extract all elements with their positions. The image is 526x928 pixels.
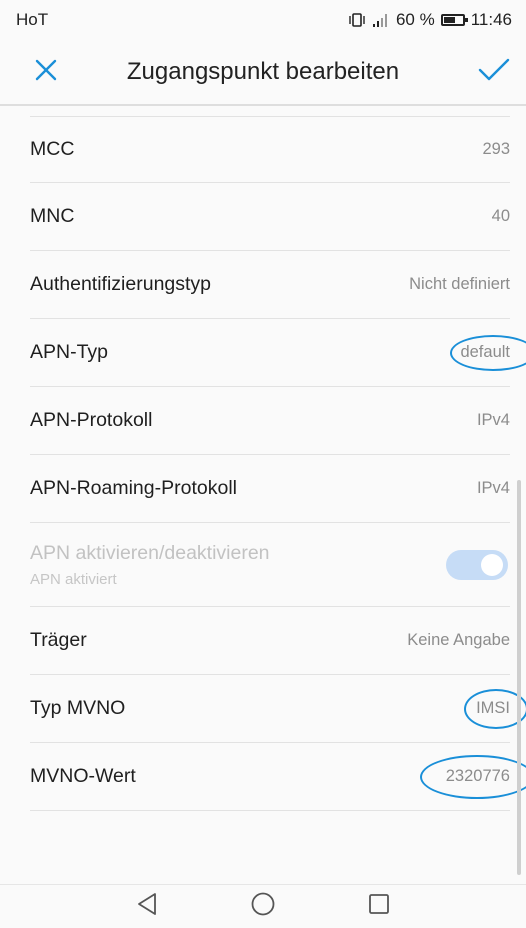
back-triangle-icon xyxy=(136,892,158,921)
page-title: Zugangspunkt bearbeiten xyxy=(126,58,400,85)
row-label: APN-Protokoll xyxy=(30,409,153,431)
row-value: Nicht definiert xyxy=(409,275,510,293)
row-value: IPv4 xyxy=(476,479,510,497)
close-icon xyxy=(34,58,58,87)
home-button[interactable] xyxy=(248,892,278,922)
row-value: 2320776 xyxy=(445,767,510,785)
row-label: Typ MVNO xyxy=(30,697,126,719)
vibrate-icon xyxy=(348,12,366,28)
recents-square-icon xyxy=(367,892,391,921)
navigation-bar xyxy=(0,884,526,928)
row-value-wrap: IMSI xyxy=(464,689,526,729)
row-label: Träger xyxy=(30,629,87,651)
apn-enable-toggle[interactable] xyxy=(446,549,508,580)
row-value: 293 xyxy=(482,140,510,158)
status-icons: 60 % 11:46 xyxy=(348,10,512,30)
check-icon xyxy=(478,58,510,87)
row-value: Keine Angabe xyxy=(407,631,510,649)
confirm-button[interactable] xyxy=(436,39,526,105)
row-value: default xyxy=(460,343,510,361)
row-label: MNC xyxy=(30,205,75,227)
row-label: Authentifizierungstyp xyxy=(30,273,212,295)
battery-level xyxy=(443,17,455,23)
back-button[interactable] xyxy=(132,892,162,922)
settings-list: MCC 293 MNC 40 Authentifizierungstyp Nic… xyxy=(0,106,526,884)
row-label: APN aktivieren/deaktivieren xyxy=(30,541,270,564)
row-apn-type[interactable]: APN-Typ default xyxy=(30,319,526,387)
row-subtitle: APN aktiviert xyxy=(30,570,117,588)
clock: 11:46 xyxy=(470,10,512,29)
row-label: MVNO-Wert xyxy=(30,765,136,787)
row-apn-enable: APN aktivieren/deaktivieren APN aktivier… xyxy=(30,523,510,607)
row-label: APN-Roaming-Protokoll xyxy=(30,477,237,499)
carrier-name: HoT xyxy=(16,10,49,29)
row-mcc[interactable]: MCC 293 xyxy=(30,117,510,183)
row-value-wrap: default xyxy=(450,335,526,371)
battery-percent: 60 % xyxy=(395,10,435,29)
row-text: APN aktivieren/deaktivieren APN aktivier… xyxy=(30,542,270,588)
row-label: MCC xyxy=(30,138,75,160)
recents-button[interactable] xyxy=(364,892,394,922)
app-bar: Zugangspunkt bearbeiten xyxy=(0,40,526,106)
row-value: 40 xyxy=(491,207,510,225)
close-button[interactable] xyxy=(0,39,90,105)
signal-icon xyxy=(372,13,390,27)
row-mnc[interactable]: MNC 40 xyxy=(30,183,510,251)
row-auth-type[interactable]: Authentifizierungstyp Nicht definiert xyxy=(30,251,510,319)
battery-icon xyxy=(440,14,468,26)
row-value: IMSI xyxy=(476,699,510,717)
toggle-knob xyxy=(481,553,503,576)
scrollbar[interactable] xyxy=(517,480,521,875)
row-mvno-type[interactable]: Typ MVNO IMSI xyxy=(30,675,526,743)
row-value-wrap: 2320776 xyxy=(419,755,526,799)
row-apn-protocol[interactable]: APN-Protokoll IPv4 xyxy=(30,387,510,455)
row-value: IPv4 xyxy=(476,411,510,429)
row-carrier[interactable]: Träger Keine Angabe xyxy=(30,607,510,675)
row-label: APN-Typ xyxy=(30,341,109,363)
status-bar: HoT 60 % 11:46 xyxy=(0,0,526,40)
row-apn-roaming-protocol[interactable]: APN-Roaming-Protokoll IPv4 xyxy=(30,455,510,523)
row-mvno-value[interactable]: MVNO-Wert 2320776 xyxy=(30,743,526,811)
home-circle-icon xyxy=(250,891,276,922)
